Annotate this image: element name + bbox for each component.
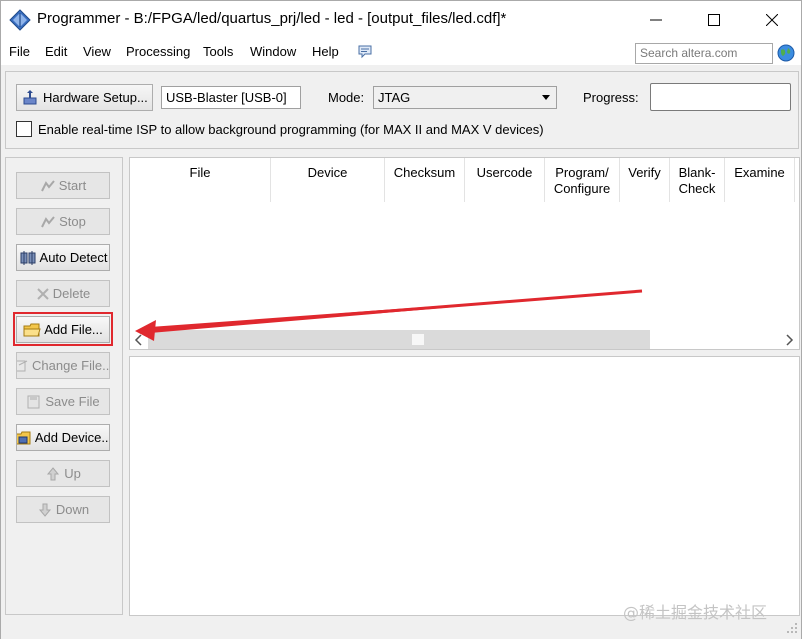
menu-bar: File Edit View Processing Tools Window H…	[1, 39, 801, 65]
scrollbar-track[interactable]	[148, 330, 650, 349]
close-button[interactable]	[743, 1, 801, 39]
isp-checkbox[interactable]	[16, 121, 32, 137]
down-label: Down	[55, 502, 90, 517]
column-header-file[interactable]: File	[130, 158, 271, 202]
column-header-examine[interactable]: Examine	[725, 158, 795, 202]
menu-window[interactable]: Window	[250, 44, 296, 59]
search-input[interactable]: Search altera.com	[635, 43, 773, 64]
maximize-icon	[708, 14, 720, 26]
mode-value: JTAG	[378, 90, 411, 105]
auto-detect-label: Auto Detect	[39, 250, 108, 265]
stop-button[interactable]: Stop	[16, 208, 110, 235]
up-label: Up	[64, 466, 81, 481]
column-label: Device	[307, 165, 348, 180]
watermark: @稀土掘金技术社区	[623, 603, 768, 622]
minimize-icon	[650, 19, 662, 21]
save-file-icon	[27, 395, 40, 408]
change-file-button[interactable]: Change File...	[16, 352, 110, 379]
column-header-verify[interactable]: Verify	[620, 158, 670, 202]
menu-help[interactable]: Help	[312, 44, 339, 59]
save-file-label: Save File	[45, 394, 100, 409]
column-label: Verify	[628, 165, 661, 180]
column-label: Blank- Check	[678, 165, 716, 196]
start-icon	[40, 179, 55, 191]
mode-select[interactable]: JTAG	[373, 86, 557, 109]
menu-view[interactable]: View	[83, 44, 111, 59]
add-file-highlight	[13, 312, 113, 346]
progress-label: Progress:	[583, 90, 639, 105]
auto-detect-button[interactable]: Auto Detect	[16, 244, 110, 271]
hardware-field: USB-Blaster [USB-0]	[161, 86, 301, 109]
isp-label: Enable real-time ISP to allow background…	[38, 122, 544, 137]
column-label: File	[189, 165, 211, 180]
programmer-window: Programmer - B:/FPGA/led/quartus_prj/led…	[0, 0, 802, 639]
scrollbar-thumb[interactable]	[412, 334, 424, 345]
auto-detect-icon	[20, 250, 36, 265]
globe-icon[interactable]	[777, 44, 795, 62]
column-header-program-configure[interactable]: Program/ Configure	[545, 158, 620, 202]
chevron-down-icon	[542, 95, 550, 100]
resize-grip-icon[interactable]	[785, 621, 799, 635]
scroll-right-icon[interactable]	[784, 334, 794, 346]
change-file-label: Change File...	[32, 358, 110, 373]
stop-icon	[41, 215, 55, 227]
column-header-checksum[interactable]: Checksum	[385, 158, 465, 202]
menu-tools[interactable]: Tools	[203, 44, 233, 59]
action-buttons-panel: Start Stop Auto Detect Delete Add File..…	[5, 157, 123, 615]
stop-label: Stop	[59, 214, 86, 229]
column-label: Usercode	[476, 165, 533, 180]
start-label: Start	[58, 178, 87, 193]
down-icon	[38, 503, 51, 517]
column-header-usercode[interactable]: Usercode	[465, 158, 545, 202]
column-label: Checksum	[393, 165, 456, 180]
column-header-device[interactable]: Device	[271, 158, 385, 202]
hardware-icon	[23, 89, 37, 104]
mode-label: Mode:	[328, 90, 365, 105]
minimize-button[interactable]	[627, 1, 685, 39]
hardware-setup-label: Hardware Setup...	[43, 90, 148, 105]
add-device-icon	[17, 431, 31, 444]
save-file-button[interactable]: Save File	[16, 388, 110, 415]
quartus-app-icon	[9, 9, 31, 31]
delete-icon	[36, 287, 49, 300]
add-device-label: Add Device...	[34, 430, 110, 445]
window-title: Programmer - B:/FPGA/led/quartus_prj/led…	[37, 10, 507, 27]
column-label: Program/ Configure	[553, 165, 611, 196]
title-bar: Programmer - B:/FPGA/led/quartus_prj/led…	[1, 1, 801, 39]
progress-bar	[650, 83, 791, 111]
horizontal-scrollbar[interactable]	[130, 330, 799, 349]
hardware-panel: Hardware Setup... USB-Blaster [USB-0] Mo…	[5, 71, 799, 149]
delete-button[interactable]: Delete	[16, 280, 110, 307]
column-header-blank-check[interactable]: Blank- Check	[670, 158, 725, 202]
scroll-left-icon[interactable]	[134, 334, 144, 346]
up-icon	[47, 466, 60, 480]
menu-edit[interactable]: Edit	[45, 44, 67, 59]
device-table: File Device Checksum Usercode Program/ C…	[129, 157, 800, 350]
maximize-button[interactable]	[685, 1, 743, 39]
close-icon	[766, 14, 778, 26]
device-chain-panel	[129, 356, 800, 616]
up-button[interactable]: Up	[16, 460, 110, 487]
menu-file[interactable]: File	[9, 44, 30, 59]
column-label: Examine	[734, 165, 785, 180]
add-device-button[interactable]: Add Device...	[16, 424, 110, 451]
change-file-icon	[17, 360, 28, 371]
menu-processing[interactable]: Processing	[126, 44, 190, 59]
start-button[interactable]: Start	[16, 172, 110, 199]
down-button[interactable]: Down	[16, 496, 110, 523]
delete-label: Delete	[52, 286, 91, 301]
hardware-setup-button[interactable]: Hardware Setup...	[16, 84, 153, 111]
help-chat-icon[interactable]	[357, 45, 373, 59]
